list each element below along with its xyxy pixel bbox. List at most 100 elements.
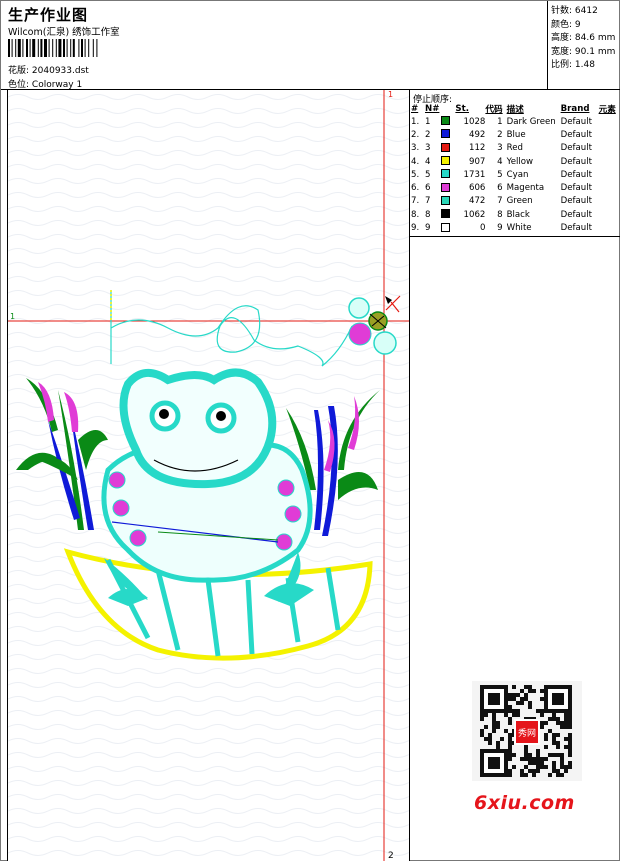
row-brand: Default — [560, 209, 593, 220]
row-number: 6 — [425, 183, 431, 194]
company-name: Wilcom(汇泉) 绣饰工作室 — [8, 27, 120, 38]
row-brand: Default — [560, 169, 593, 180]
row-code: 1 — [497, 116, 503, 127]
table-header-row: # N# St. 代码 描述 Brand 元素 — [411, 103, 619, 115]
qr-code: 秀网 — [472, 681, 582, 781]
color-swatch — [439, 128, 455, 141]
row-element — [599, 128, 619, 141]
color-swatch — [439, 221, 455, 234]
row-stitches: 472 — [469, 196, 486, 207]
guide-marker-left: 1 — [10, 312, 15, 321]
row-brand: Default — [560, 116, 593, 127]
table-row: 2. 2 492 2 Blue Default — [411, 128, 619, 141]
col-header-description: 描述 — [506, 105, 524, 115]
row-brand: Default — [560, 223, 593, 234]
svg-text:秀网: 秀网 — [518, 727, 536, 739]
row-index: 5. — [411, 169, 420, 180]
col-header-index: # — [411, 104, 419, 114]
table-row: 4. 4 907 4 Yellow Default — [411, 155, 619, 168]
stat-stitches: 针数: 6412 — [551, 6, 598, 16]
row-index: 7. — [411, 196, 420, 207]
row-number: 4 — [425, 156, 431, 167]
row-element — [599, 142, 619, 155]
col-header-code: 代码 — [485, 105, 503, 115]
color-swatch — [439, 168, 455, 181]
color-sequence-table: # N# St. 代码 描述 Brand 元素 1. 1 1028 1 Dark Gre… — [411, 103, 619, 235]
row-description: Red — [506, 143, 523, 154]
site-logo: 6xiu.com — [474, 792, 575, 814]
colorway-name: Colorway 1 — [31, 80, 83, 90]
barcode-image — [8, 39, 98, 57]
color-swatch-box — [441, 222, 451, 232]
row-number: 7 — [425, 196, 431, 207]
row-stitches: 1028 — [463, 116, 486, 127]
color-swatch — [439, 208, 455, 221]
color-swatch-box — [441, 142, 451, 152]
qr-code-image: 秀网 — [480, 685, 572, 777]
embroidery-drawing: 1 2 1 — [8, 90, 409, 861]
table-row: 3. 3 112 3 Red Default — [411, 142, 619, 155]
row-stitches: 606 — [469, 183, 486, 194]
row-description: Magenta — [506, 183, 545, 194]
row-code: 7 — [497, 196, 503, 207]
color-swatch — [439, 115, 455, 128]
stat-colors: 颜色: 9 — [551, 19, 581, 30]
row-number: 2 — [425, 129, 431, 140]
row-number: 8 — [425, 209, 431, 220]
row-code: 2 — [497, 129, 503, 140]
page-title: 生产作业图 — [8, 6, 89, 24]
guide-marker-bottom: 2 — [388, 851, 394, 861]
row-element — [599, 195, 619, 208]
row-description: Yellow — [506, 156, 534, 167]
color-swatch-box — [441, 169, 451, 179]
row-element — [599, 168, 619, 181]
row-number: 5 — [425, 169, 431, 180]
row-code: 9 — [497, 223, 503, 234]
guide-marker-top: 1 — [388, 90, 393, 99]
col-header-swatch — [439, 103, 455, 115]
row-brand: Default — [560, 129, 593, 140]
row-element — [599, 155, 619, 168]
sheet-header: 生产作业图 Wilcom(汇泉) 绣饰工作室 花版: 2040933.dst 色… — [1, 1, 620, 90]
col-header-number: N# — [425, 104, 440, 114]
row-number: 1 — [425, 116, 431, 127]
row-brand: Default — [560, 183, 593, 194]
row-code: 6 — [497, 183, 503, 194]
row-index: 1. — [411, 116, 420, 127]
row-description: White — [506, 223, 532, 234]
row-code: 4 — [497, 156, 503, 167]
row-element — [599, 115, 619, 128]
color-swatch-box — [441, 116, 451, 126]
design-stats: 针数: 6412 颜色: 9 高度: 84.6 mm 宽度: 90.1 mm 比… — [551, 5, 615, 73]
color-swatch-box — [441, 182, 451, 192]
table-row: 8. 8 1062 8 Black Default — [411, 208, 619, 221]
design-file-line: 花版: 2040933.dst — [8, 63, 89, 76]
row-stitches: 0 — [479, 223, 486, 234]
table-row: 1. 1 1028 1 Dark Green Default — [411, 115, 619, 128]
row-element — [599, 208, 619, 221]
production-sheet: 生产作业图 Wilcom(汇泉) 绣饰工作室 花版: 2040933.dst 色… — [0, 0, 620, 861]
table-row: 9. 9 0 9 White Default — [411, 221, 619, 234]
col-header-element: 元素 — [598, 105, 616, 115]
table-row: 5. 5 1731 5 Cyan Default — [411, 168, 619, 181]
row-description: Green — [506, 196, 533, 207]
stat-height: 高度: 84.6 mm — [551, 33, 616, 44]
color-swatch — [439, 155, 455, 168]
color-sequence-panel: 停止顺序: # N# St. 代码 描述 Brand 元素 1. 1 1028 1 Da… — [410, 90, 620, 237]
row-code: 8 — [497, 209, 503, 220]
row-stitches: 907 — [469, 156, 486, 167]
row-code: 3 — [497, 143, 503, 154]
row-index: 6. — [411, 183, 420, 194]
row-stitches: 492 — [469, 129, 486, 140]
row-stitches: 112 — [469, 143, 486, 154]
colorway-line: 色位: Colorway 1 — [8, 77, 82, 90]
col-header-stitches: St. — [455, 104, 469, 114]
row-number: 9 — [425, 223, 431, 234]
row-description: Cyan — [506, 169, 529, 180]
row-index: 3. — [411, 143, 420, 154]
color-swatch — [439, 195, 455, 208]
row-description: Dark Green — [506, 116, 556, 127]
color-swatch-box — [441, 129, 451, 139]
color-swatch-box — [441, 156, 451, 166]
header-divider — [547, 1, 548, 90]
